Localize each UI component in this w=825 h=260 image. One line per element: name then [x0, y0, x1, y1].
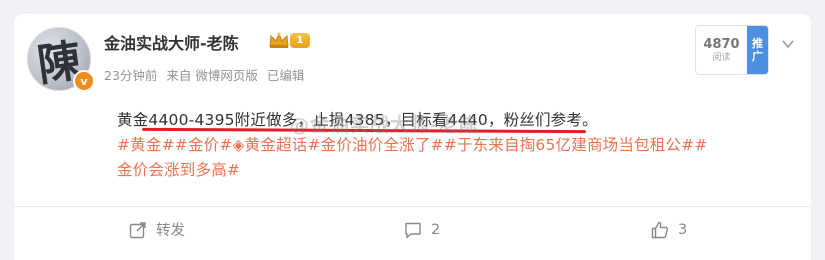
read-count-label: 阅读 — [712, 52, 731, 63]
comment-icon — [405, 222, 421, 238]
verified-badge-icon: v — [73, 70, 95, 92]
repost-button[interactable]: 转发 — [128, 207, 185, 252]
edited-label[interactable]: 已编辑 — [267, 68, 305, 83]
post-source: 来自 微博网页版 — [166, 68, 258, 83]
like-button[interactable]: 3 — [650, 207, 687, 252]
read-count-box: 4870 阅读 — [696, 26, 747, 74]
read-count: 4870 — [703, 36, 740, 52]
post-meta: 23分钟前 来自 微博网页版 已编辑 — [104, 65, 309, 84]
thumbs-up-icon — [651, 221, 669, 238]
post-time[interactable]: 23分钟前 — [104, 68, 157, 83]
comment-count: 2 — [431, 221, 441, 238]
level-badge: 1 — [290, 33, 310, 48]
promote-label-2: 广 — [752, 50, 763, 63]
like-count: 3 — [678, 221, 688, 238]
username[interactable]: 金油实战大师-老陈 — [104, 30, 239, 54]
crown-icon — [269, 32, 289, 48]
chevron-down-icon[interactable] — [781, 37, 795, 51]
comment-button[interactable]: 2 — [403, 207, 440, 252]
action-bar: 转发 2 3 — [14, 207, 811, 252]
repost-label: 转发 — [156, 223, 185, 239]
promotion-counter[interactable]: 4870 阅读 推 广 — [695, 25, 769, 75]
post-tags-line2[interactable]: 金价会涨到多高# — [117, 158, 787, 183]
image-watermark: @金油实战大师-老陈 — [290, 114, 479, 136]
repost-icon — [129, 221, 146, 238]
promote-label-1: 推 — [752, 37, 763, 50]
promote-button[interactable]: 推 广 — [747, 26, 768, 74]
